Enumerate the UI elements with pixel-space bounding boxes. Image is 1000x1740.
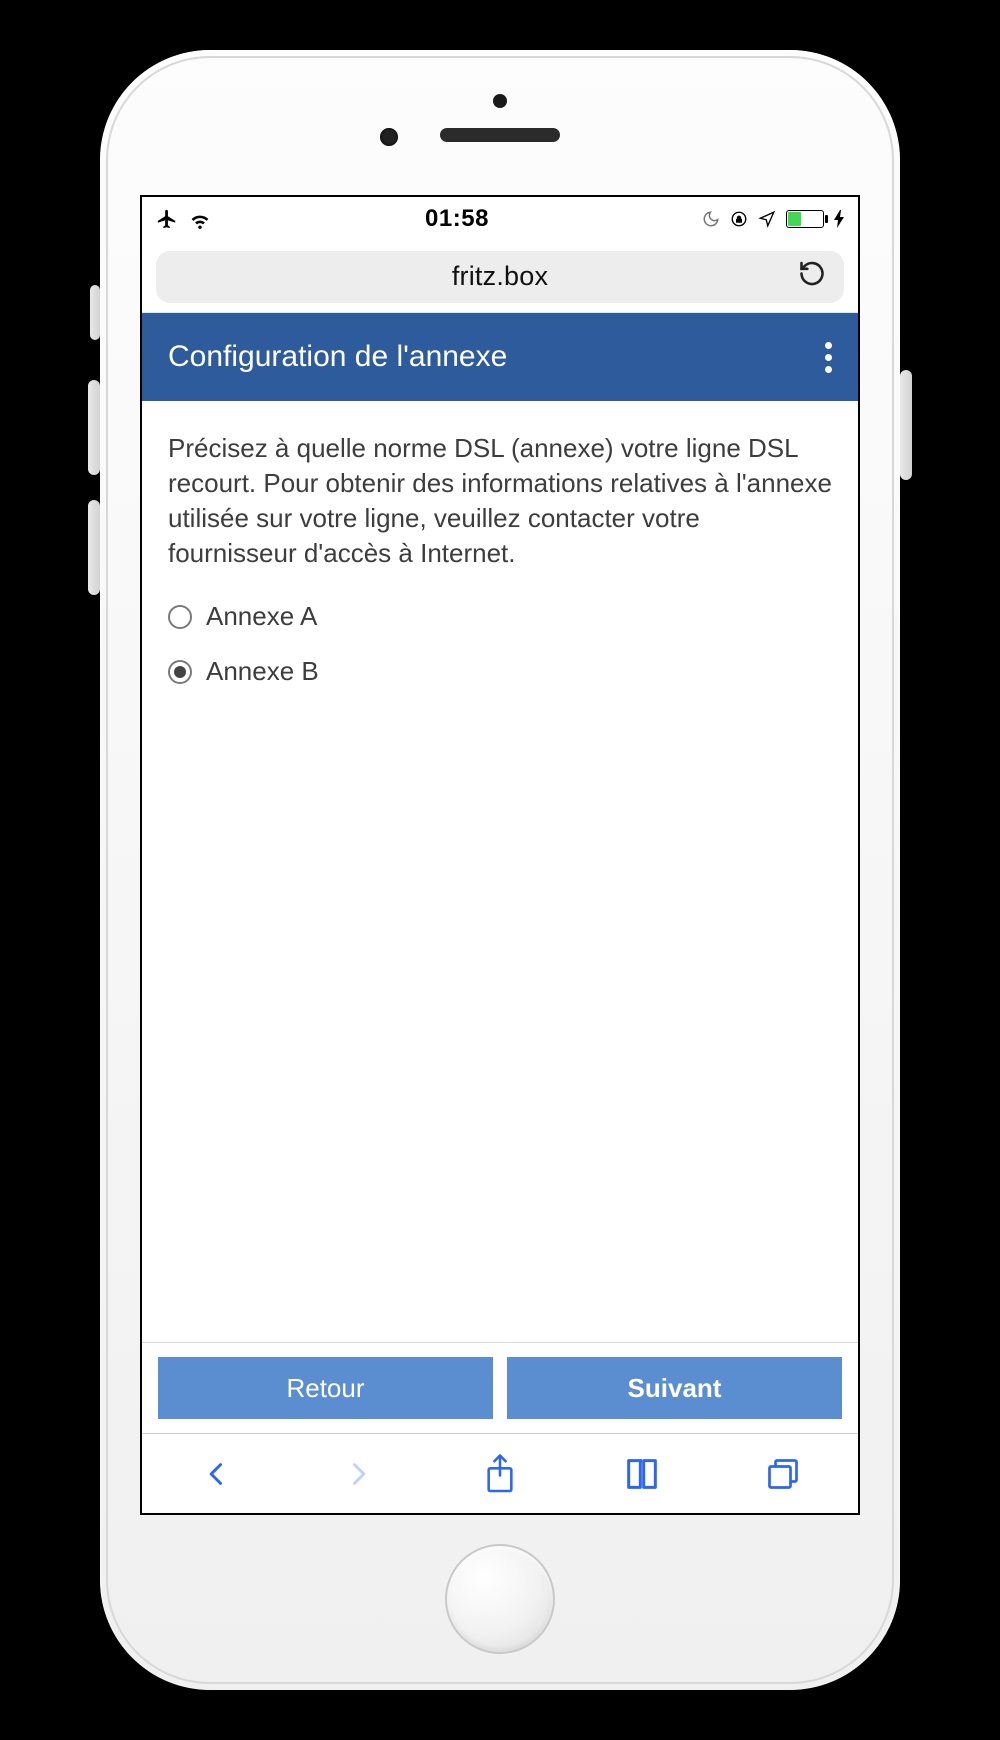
battery-icon (786, 210, 824, 228)
url-text: fritz.box (452, 261, 548, 292)
location-icon (758, 210, 776, 228)
safari-share-icon[interactable] (478, 1452, 522, 1496)
safari-bookmarks-icon[interactable] (620, 1452, 664, 1496)
rotation-lock-icon (730, 210, 748, 228)
earpiece-speaker (440, 128, 560, 142)
volume-down (88, 500, 100, 595)
safari-back-icon[interactable] (195, 1452, 239, 1496)
radio-annex-a[interactable]: Annexe A (168, 601, 832, 632)
description-text: Précisez à quelle norme DSL (annexe) vot… (168, 431, 832, 571)
next-button[interactable]: Suivant (507, 1357, 842, 1419)
annex-radio-group: Annexe A Annexe B (168, 601, 832, 687)
moon-icon (702, 210, 720, 228)
radio-annex-b[interactable]: Annexe B (168, 656, 832, 687)
charging-icon (834, 210, 844, 228)
action-bar: Retour Suivant (142, 1342, 858, 1433)
safari-toolbar (142, 1433, 858, 1513)
iphone-device-frame: 01:58 fritz.box (100, 50, 900, 1690)
airplane-mode-icon (156, 208, 178, 230)
ios-status-bar: 01:58 (142, 197, 858, 241)
proximity-sensor (493, 94, 507, 108)
reload-icon[interactable] (798, 259, 826, 294)
kebab-menu-icon[interactable] (825, 342, 832, 373)
page-title: Configuration de l'annexe (168, 340, 507, 374)
radio-dot (168, 605, 192, 629)
wifi-icon (188, 207, 212, 231)
front-camera (380, 128, 398, 146)
radio-label: Annexe A (206, 601, 317, 632)
status-time: 01:58 (212, 205, 702, 233)
radio-dot (168, 660, 192, 684)
app-header: Configuration de l'annexe (142, 313, 858, 401)
mute-switch (90, 285, 100, 340)
home-button[interactable] (445, 1544, 555, 1654)
volume-up (88, 380, 100, 475)
screen: 01:58 fritz.box (140, 195, 860, 1515)
main-content: Précisez à quelle norme DSL (annexe) vot… (142, 401, 858, 1342)
radio-label: Annexe B (206, 656, 319, 687)
safari-tabs-icon[interactable] (761, 1452, 805, 1496)
url-field[interactable]: fritz.box (156, 251, 844, 303)
power-button (900, 370, 912, 480)
back-button[interactable]: Retour (158, 1357, 493, 1419)
safari-address-bar: fritz.box (142, 241, 858, 313)
safari-forward-icon (336, 1452, 380, 1496)
